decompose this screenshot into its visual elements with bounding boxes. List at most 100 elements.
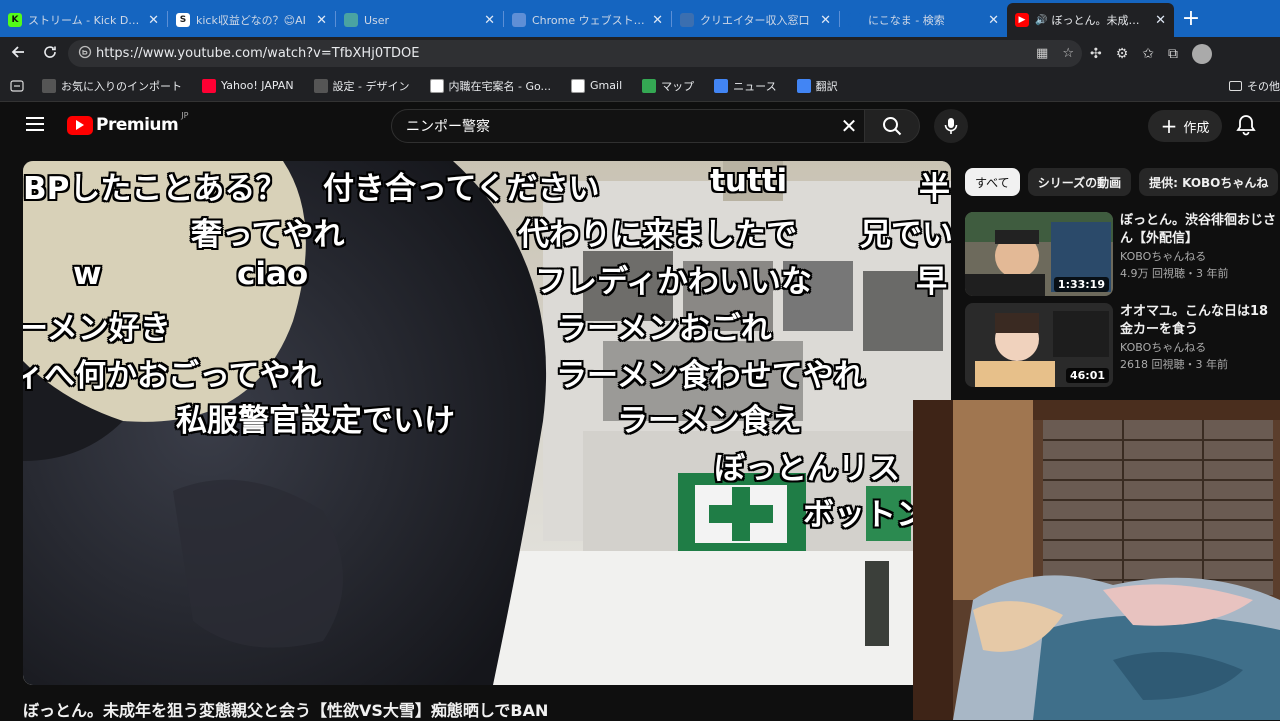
danmaku-comment: ciao [237, 256, 309, 292]
window-icon [680, 13, 694, 27]
browser-tab[interactable]: K ストリーム - Kick Dashboa ✕ [0, 3, 167, 37]
bookmark-item[interactable]: 翻訳 [796, 78, 838, 94]
search-button[interactable] [864, 109, 920, 143]
folder-icon [1229, 80, 1242, 91]
browser-tab[interactable]: User ✕ [336, 3, 503, 37]
bookmark-item[interactable]: Gmail [571, 78, 623, 93]
recommended-title[interactable]: オオマユ。こんな日は18金カーを食う [1120, 303, 1280, 339]
bookmark-label: お気に入りのインポート [61, 79, 182, 93]
bookmark-label: Gmail [590, 79, 623, 92]
danmaku-comment: tutti [710, 163, 788, 199]
danmaku-comment: BPしたことある？ [23, 171, 287, 207]
video-player[interactable]: BPしたことある？ 付き合ってください tutti 半奢ってやれ 代わりに来ましたで 兄で… [23, 161, 951, 685]
new-tab-button[interactable]: + [1174, 6, 1208, 31]
youtube-premium-logo[interactable]: Premium JP [67, 111, 188, 135]
bookmark-item[interactable]: お気に入りのインポート [42, 78, 182, 94]
address-bar[interactable]: https://www.youtube.com/watch?v=TfbXHj0T… [68, 40, 1082, 67]
back-button[interactable] [2, 44, 34, 64]
close-tab-icon[interactable]: ✕ [820, 13, 831, 28]
other-folder-label: その他 [1247, 79, 1280, 93]
danmaku-comment: ラーメンおごれ [556, 311, 772, 347]
collections-icon[interactable]: ⧉ [1168, 46, 1178, 62]
translate-icon [796, 78, 811, 93]
browser-tab[interactable]: Chrome ウェブストア - 無料 ✕ [504, 3, 671, 37]
bookmark-item[interactable]: ニュース [714, 78, 777, 94]
create-label: 作成 [1183, 120, 1210, 136]
danmaku-comment: ラーメン食わせてやれ [556, 358, 865, 394]
danmaku-comment: 代わりに来ましたで [518, 217, 797, 253]
import-icon [42, 78, 56, 93]
extensions-icon[interactable]: ✣ [1090, 46, 1102, 62]
close-tab-icon[interactable]: ✕ [484, 13, 495, 28]
bookmark-label: 翻訳 [815, 79, 838, 93]
close-tab-icon[interactable]: ✕ [148, 13, 159, 28]
maps-icon [642, 78, 657, 93]
apps-icon[interactable]: ▦ [1036, 46, 1048, 61]
browser-tab-strip: Kストリーム - Kick Dashboa✕Skick収益どなの？😊AI✕Use… [0, 0, 1280, 37]
browser-tab[interactable]: にこなま - 検索 ✕ [840, 3, 1007, 37]
recommended-video[interactable]: 1:33:19 ぼっとん。渋谷徘徊おじさん【外配信】 KOBOちゃんねる 4.9万 回… [965, 212, 1280, 298]
logo-text: Premium [96, 115, 179, 135]
voice-search-button[interactable] [934, 109, 968, 143]
close-tab-icon[interactable]: ✕ [652, 13, 663, 28]
favorite-star-icon[interactable]: ☆ [1062, 46, 1074, 61]
search-tab-icon [848, 13, 862, 27]
tab-title: ストリーム - Kick Dashboa [28, 14, 142, 27]
profile-avatar[interactable] [1192, 43, 1213, 64]
danmaku-comment: ーメン好き [23, 311, 171, 347]
notifications-bell-icon[interactable] [1236, 114, 1256, 140]
close-tab-icon[interactable]: ✕ [316, 13, 327, 28]
filter-chip[interactable]: 提供: KOBOちゃんね [1139, 168, 1279, 196]
channel-name[interactable]: KOBOちゃんねる [1120, 248, 1280, 265]
bookmark-item[interactable]: 内職在宅案名 - Go... [429, 78, 552, 94]
youtube-header: Premium JP ニンポー警察 ✕ + 作成 [0, 102, 1280, 150]
microphone-icon [944, 118, 958, 134]
search-input[interactable]: ニンポー警察 ✕ [391, 109, 865, 143]
tab-title: クリエイター収入窓口 [700, 14, 810, 27]
filter-chip[interactable]: すべて [965, 168, 1020, 196]
bookmark-label: 内職在宅案名 - Go... [448, 79, 552, 93]
store-icon [512, 13, 526, 27]
filter-chip[interactable]: シリーズの動画 [1027, 168, 1132, 196]
reload-icon [44, 45, 56, 58]
tab-title: ぼっとん。未成年を狙う [1051, 14, 1149, 27]
close-tab-icon[interactable]: ✕ [1155, 13, 1166, 28]
other-favorites-folder[interactable]: その他 [1229, 70, 1280, 101]
bookmark-item[interactable]: Yahoo! JAPAN [202, 78, 294, 93]
bookmark-item[interactable]: 設定 - デザイン [313, 78, 410, 94]
view-meta: 2618 回視聴・3 年前 [1120, 358, 1228, 371]
audio-playing-icon[interactable]: 🔊 [1035, 15, 1047, 26]
favorites-icon[interactable]: ✩ [1142, 46, 1154, 62]
video-thumbnail[interactable]: 46:01 [965, 303, 1113, 387]
bookmark-label: マップ [661, 79, 695, 93]
reload-button[interactable] [34, 44, 66, 64]
browser-tab[interactable]: ▶ 🔊 ぼっとん。未成年を狙う ✕ [1007, 3, 1174, 37]
close-tab-icon[interactable]: ✕ [988, 13, 999, 28]
video-title: ぼっとん。未成年を狙う変態親父と会う【性欲VS大雪】痴態晒しでBAN [23, 701, 549, 720]
view-meta: 4.9万 回視聴・3 年前 [1120, 267, 1229, 280]
browser-tab[interactable]: Skick収益どなの？😊AI ✕ [168, 3, 335, 37]
channel-name[interactable]: KOBOちゃんねる [1120, 339, 1280, 356]
sidebar-toggle-icon[interactable] [10, 79, 24, 92]
duration-badge: 1:33:19 [1053, 277, 1109, 292]
recommended-title[interactable]: ぼっとん。渋谷徘徊おじさん【外配信】 [1120, 212, 1280, 248]
note-icon: S [176, 13, 190, 27]
related-filter-chips: すべて シリーズの動画 提供: KOBOちゃんね [965, 168, 1280, 198]
logo-region: JP [181, 111, 189, 120]
danmaku-comment: ラーメン食え [617, 403, 802, 439]
clear-search-icon[interactable]: ✕ [834, 114, 864, 138]
url-text: https://www.youtube.com/watch?v=TfbXHj0T… [96, 46, 420, 61]
bookmark-item[interactable]: マップ [642, 78, 694, 94]
danmaku-comment: 付き合ってください [323, 171, 600, 207]
tab-title: kick収益どなの？😊AI [196, 14, 306, 27]
browser-tab[interactable]: クリエイター収入窓口 ✕ [672, 3, 839, 37]
video-thumbnail[interactable]: 1:33:19 [965, 212, 1113, 296]
video-frame [23, 161, 951, 685]
create-button[interactable]: + 作成 [1148, 110, 1222, 142]
kick-icon: K [8, 13, 22, 27]
tracking-icon[interactable]: ⚙ [1116, 46, 1129, 62]
recommended-video[interactable]: 46:01 オオマユ。こんな日は18金カーを食う KOBOちゃんねる 2618 回視聴… [965, 303, 1280, 389]
menu-icon[interactable] [26, 117, 44, 131]
danmaku-comment: 私服警官設定でいけ [176, 403, 455, 439]
webcam-room-image [913, 400, 1280, 720]
